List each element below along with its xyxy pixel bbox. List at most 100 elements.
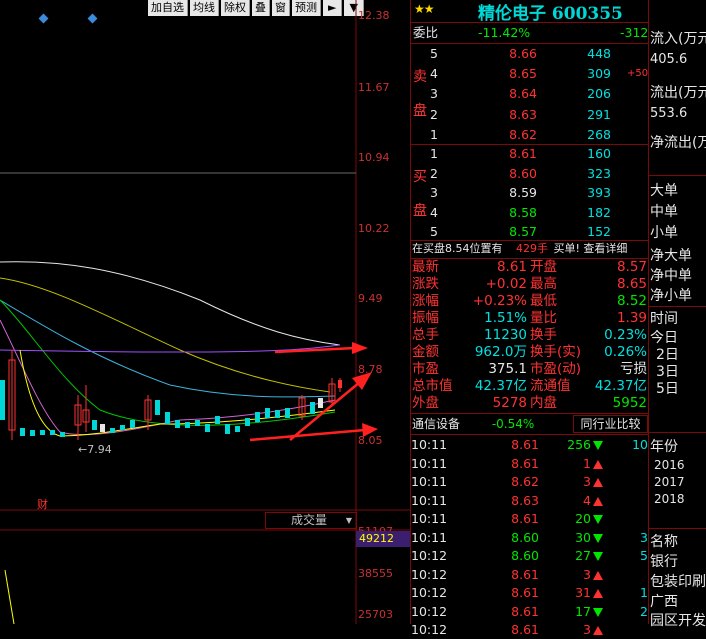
sector-name-item[interactable]: 广西 xyxy=(650,591,678,611)
year-item[interactable]: 2017 xyxy=(654,475,685,489)
weibi-diff: -312 xyxy=(620,25,649,40)
sell-volume: 291 xyxy=(587,106,611,122)
tick-time: 10:12 xyxy=(411,566,448,582)
year-item[interactable]: 2018 xyxy=(654,492,685,506)
period-item[interactable]: 5日 xyxy=(656,378,679,398)
quote-value: 8.57 xyxy=(616,259,647,275)
arrow-down-icon xyxy=(593,515,603,524)
sell-price: 8.62 xyxy=(509,126,537,142)
big-order-note[interactable]: 在买盘8.54位置有 429手 买单! 查看详细 xyxy=(412,240,627,258)
buy-row[interactable]: 2 8.60 323 xyxy=(411,164,648,184)
quote-label: 振幅 xyxy=(412,310,439,326)
tick-volume: 3 xyxy=(583,566,591,582)
quote-label: 内盘 xyxy=(530,395,557,411)
sell-volume: 206 xyxy=(587,86,611,102)
quote-label: 总市值 xyxy=(412,378,453,394)
sector-name-item[interactable]: 银行 xyxy=(650,551,678,571)
arrow-up-icon xyxy=(593,496,603,506)
buy-row[interactable]: 4 8.58 182 xyxy=(411,203,648,223)
quote-label: 金额 xyxy=(412,344,439,360)
tick-row: 10:11 8.61 20 xyxy=(411,510,648,528)
sell-row[interactable]: 3 8.64 206 xyxy=(411,84,648,104)
year-header: 年份 xyxy=(650,439,678,455)
chevron-down-icon: ▼ xyxy=(345,516,352,525)
tick-price: 8.60 xyxy=(511,529,539,545)
sell-volume: 448 xyxy=(587,46,611,61)
candlestick-chart[interactable] xyxy=(0,0,410,624)
quote-label: 流通值 xyxy=(530,378,571,394)
buy-level: 3 xyxy=(430,185,438,201)
sector-row[interactable]: 通信设备 -0.54% xyxy=(412,414,534,434)
quote-label: 最高 xyxy=(530,276,557,292)
tick-price: 8.61 xyxy=(511,603,539,619)
quote-label: 市盈 xyxy=(412,361,439,377)
quote-value: 375.1 xyxy=(488,361,527,377)
price-axis-label: 9.49 xyxy=(358,292,383,305)
tick-price: 8.61 xyxy=(511,511,539,526)
quote-label: 开盘 xyxy=(530,259,557,275)
volume-indicator-label: 成交量 xyxy=(291,513,328,527)
industry-compare-button[interactable]: 同行业比较 xyxy=(573,415,648,433)
buy-row[interactable]: 1 8.61 160 xyxy=(411,144,648,164)
arrow-up-icon xyxy=(593,459,603,469)
tick-price: 8.62 xyxy=(511,474,539,489)
buy-volume: 393 xyxy=(587,185,611,201)
order-size-label: 净小单 xyxy=(650,288,692,304)
tick-row: 10:11 8.61 256 10 xyxy=(411,436,648,454)
order-size-label: 中单 xyxy=(650,204,678,220)
buy-price: 8.60 xyxy=(509,165,537,181)
arrow-up-icon xyxy=(593,478,603,487)
quote-value: 亏损 xyxy=(620,361,647,377)
arrow-up-icon xyxy=(593,570,603,580)
financial-marker[interactable]: 财 xyxy=(37,496,48,512)
sell-level: 1 xyxy=(430,126,438,142)
tick-row: 10:11 8.60 30 3 xyxy=(411,529,648,547)
quote-label: 涨幅 xyxy=(412,293,439,309)
tick-count: 1 xyxy=(640,585,648,600)
sell-price: 8.64 xyxy=(509,86,537,102)
quote-label: 市盈(动) xyxy=(530,361,582,377)
tick-price: 8.63 xyxy=(511,492,539,508)
sell-row[interactable]: 2 8.63 291 xyxy=(411,105,648,125)
buy-row[interactable]: 3 8.59 393 xyxy=(411,183,648,203)
tick-time: 10:12 xyxy=(411,585,448,600)
buy-volume: 160 xyxy=(587,146,611,161)
sell-change: +50 xyxy=(627,68,649,80)
tick-count: 2 xyxy=(640,603,648,619)
volume-indicator-select[interactable]: 成交量 ▼ xyxy=(265,512,357,529)
sell-level: 5 xyxy=(430,46,438,61)
quote-value: 0.26% xyxy=(604,344,647,360)
tick-count: 3 xyxy=(640,529,648,545)
sell-row[interactable]: 1 8.62 268 xyxy=(411,125,648,145)
quote-label: 外盘 xyxy=(412,395,439,411)
sell-price: 8.66 xyxy=(509,46,537,61)
tick-count xyxy=(611,455,648,473)
sell-row[interactable]: 5 8.66 448 xyxy=(411,44,648,64)
quote-value: 42.37亿 xyxy=(594,378,647,394)
price-axis-label: 10.22 xyxy=(358,222,390,235)
tick-time: 10:11 xyxy=(411,455,448,471)
tick-count xyxy=(611,566,648,584)
inflow-label: 流入(万元 xyxy=(650,31,706,47)
buy-level: 4 xyxy=(430,204,438,220)
tick-price: 8.61 xyxy=(511,455,539,471)
tick-count: 10 xyxy=(632,437,648,452)
sell-level: 3 xyxy=(430,86,438,102)
rating-stars: ★★ xyxy=(414,2,434,16)
year-item[interactable]: 2016 xyxy=(654,458,685,472)
sector-name-item[interactable]: 园区开发 xyxy=(650,610,706,630)
tick-volume: 3 xyxy=(583,474,591,489)
order-size-label: 净大单 xyxy=(650,248,692,264)
tick-time: 10:11 xyxy=(411,474,448,489)
buy-level: 1 xyxy=(430,146,438,161)
sector-name-item[interactable]: 包装印刷 xyxy=(650,571,706,591)
min-price-label: ←7.94 xyxy=(78,443,112,456)
sell-row[interactable]: 4 8.65 309 +50 xyxy=(411,64,648,84)
arrow-up-icon xyxy=(593,626,603,635)
tick-time: 10:12 xyxy=(411,603,448,619)
price-axis-label: 10.94 xyxy=(358,151,390,164)
buy-volume: 182 xyxy=(587,204,611,220)
volume-axis-label: 38555 xyxy=(358,567,393,580)
tick-volume: 27 xyxy=(575,548,591,563)
outflow-value: 553.6 xyxy=(650,106,688,121)
